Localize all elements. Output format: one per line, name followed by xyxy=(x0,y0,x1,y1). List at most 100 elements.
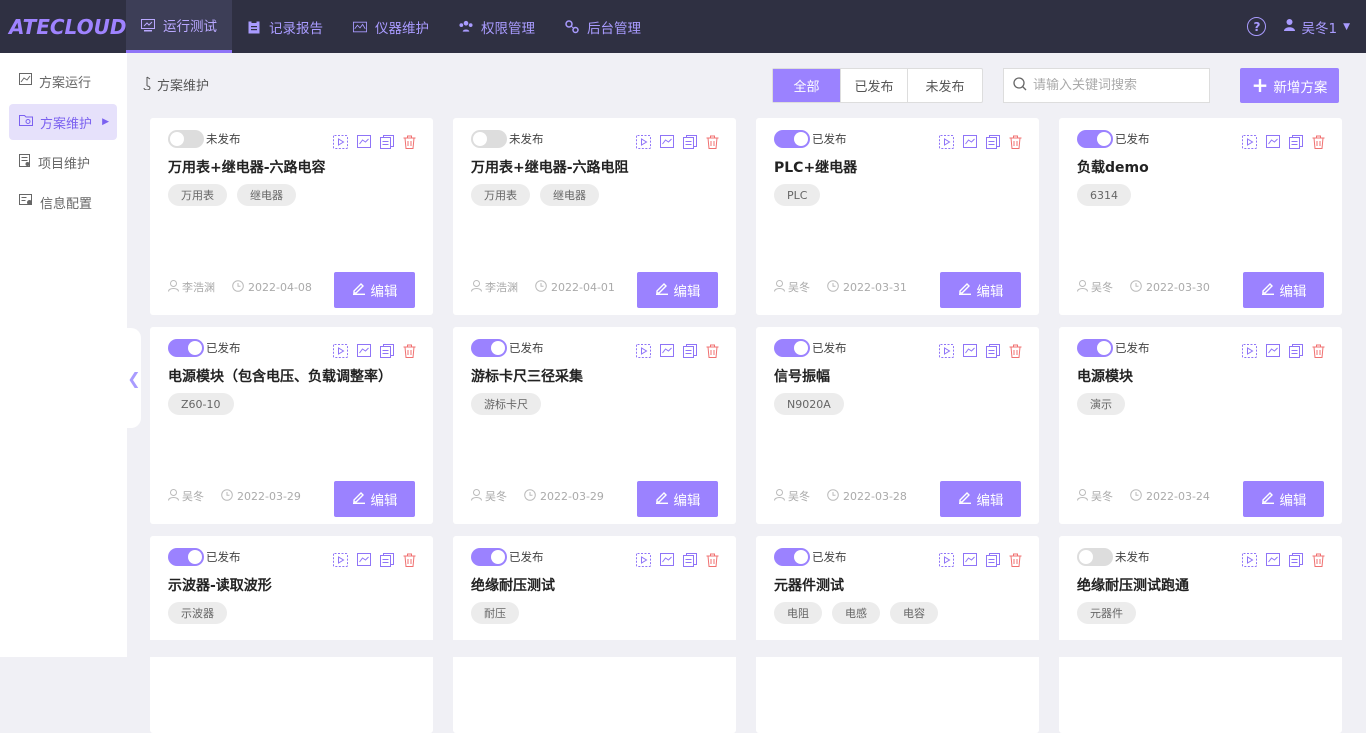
run-icon[interactable] xyxy=(939,134,954,149)
date: 2022-04-08 xyxy=(248,280,312,294)
topnav-item-report[interactable]: 记录报告 xyxy=(232,0,338,53)
topnav-item-run-test[interactable]: 运行测试 xyxy=(126,0,232,53)
delete-icon[interactable] xyxy=(705,552,720,567)
tag-list: N9020A xyxy=(774,393,844,415)
delete-icon[interactable] xyxy=(705,134,720,149)
run-icon[interactable] xyxy=(939,343,954,358)
chart-icon[interactable] xyxy=(1265,552,1280,567)
copy-icon[interactable] xyxy=(682,552,697,567)
sidebar-item-info-config[interactable]: 信息配置 xyxy=(9,184,117,220)
edit-button[interactable]: 编辑 xyxy=(1243,481,1324,517)
sidebar-collapse-toggle[interactable]: ❮ xyxy=(127,328,141,428)
copy-icon[interactable] xyxy=(682,134,697,149)
delete-icon[interactable] xyxy=(1311,134,1326,149)
sidebar-item-project-maintain[interactable]: 项目维护 xyxy=(9,144,117,180)
filter-unpublished[interactable]: 未发布 xyxy=(907,69,982,102)
publish-toggle[interactable] xyxy=(774,130,810,148)
copy-icon[interactable] xyxy=(379,552,394,567)
delete-icon[interactable] xyxy=(402,552,417,567)
tag: 游标卡尺 xyxy=(471,393,541,415)
run-icon[interactable] xyxy=(636,343,651,358)
delete-icon[interactable] xyxy=(1008,134,1023,149)
run-icon[interactable] xyxy=(939,552,954,567)
topnav-item-instrument[interactable]: 仪器维护 xyxy=(338,0,444,53)
card-actions xyxy=(939,134,1023,149)
copy-icon[interactable] xyxy=(985,343,1000,358)
run-icon[interactable] xyxy=(333,343,348,358)
topnav-label: 仪器维护 xyxy=(375,20,429,37)
run-icon[interactable] xyxy=(1242,134,1257,149)
sidebar-item-plan-run[interactable]: 方案运行 xyxy=(9,63,117,99)
publish-toggle[interactable] xyxy=(168,130,204,148)
delete-icon[interactable] xyxy=(1311,552,1326,567)
publish-toggle[interactable] xyxy=(774,339,810,357)
run-icon[interactable] xyxy=(1242,552,1257,567)
copy-icon[interactable] xyxy=(1288,343,1303,358)
publish-toggle[interactable] xyxy=(471,548,507,566)
app-logo[interactable]: ATECLOUD xyxy=(0,15,126,39)
chart-icon[interactable] xyxy=(962,552,977,567)
edit-button[interactable]: 编辑 xyxy=(637,481,718,517)
chart-icon[interactable] xyxy=(962,343,977,358)
chart-icon[interactable] xyxy=(962,134,977,149)
copy-icon[interactable] xyxy=(1288,552,1303,567)
delete-icon[interactable] xyxy=(1008,343,1023,358)
edit-label: 编辑 xyxy=(673,493,701,509)
user-menu[interactable]: 吴冬1 ▼ xyxy=(1284,17,1350,37)
copy-icon[interactable] xyxy=(682,343,697,358)
copy-icon[interactable] xyxy=(379,343,394,358)
filter-all[interactable]: 全部 xyxy=(773,69,840,102)
publish-toggle[interactable] xyxy=(168,339,204,357)
tag: Z60-10 xyxy=(168,393,234,415)
copy-icon[interactable] xyxy=(985,134,1000,149)
chart-icon[interactable] xyxy=(356,134,371,149)
search-input[interactable] xyxy=(1033,78,1193,93)
author: 吴冬 xyxy=(485,490,507,503)
run-icon[interactable] xyxy=(636,134,651,149)
edit-button[interactable]: 编辑 xyxy=(940,272,1021,308)
chart-icon[interactable] xyxy=(356,343,371,358)
chart-icon[interactable] xyxy=(659,134,674,149)
add-plan-button[interactable]: + 新增方案 xyxy=(1240,68,1339,103)
chart-icon[interactable] xyxy=(659,552,674,567)
copy-icon[interactable] xyxy=(985,552,1000,567)
edit-button[interactable]: 编辑 xyxy=(940,481,1021,517)
help-icon[interactable]: ? xyxy=(1247,17,1267,36)
edit-button[interactable]: 编辑 xyxy=(1243,272,1324,308)
edit-button[interactable]: 编辑 xyxy=(334,272,415,308)
publish-toggle[interactable] xyxy=(1077,548,1113,566)
delete-icon[interactable] xyxy=(402,343,417,358)
run-icon[interactable] xyxy=(636,552,651,567)
run-icon[interactable] xyxy=(333,552,348,567)
publish-toggle[interactable] xyxy=(471,339,507,357)
chart-icon[interactable] xyxy=(1265,343,1280,358)
run-icon[interactable] xyxy=(333,134,348,149)
publish-toggle[interactable] xyxy=(471,130,507,148)
delete-icon[interactable] xyxy=(705,343,720,358)
publish-toggle[interactable] xyxy=(1077,130,1113,148)
sidebar-item-plan-maintain[interactable]: 方案维护 ▶ xyxy=(9,104,117,140)
copy-icon[interactable] xyxy=(1288,134,1303,149)
delete-icon[interactable] xyxy=(1008,552,1023,567)
sidebar-item-label: 方案运行 xyxy=(39,75,92,91)
chart-icon[interactable] xyxy=(1265,134,1280,149)
topnav-label: 后台管理 xyxy=(587,20,641,37)
chart-icon[interactable] xyxy=(659,343,674,358)
delete-icon[interactable] xyxy=(402,134,417,149)
publish-toggle[interactable] xyxy=(168,548,204,566)
filter-published[interactable]: 已发布 xyxy=(840,69,907,102)
run-icon[interactable] xyxy=(1242,343,1257,358)
publish-toggle[interactable] xyxy=(774,548,810,566)
edit-button[interactable]: 编辑 xyxy=(637,272,718,308)
edit-button[interactable]: 编辑 xyxy=(334,481,415,517)
clock-icon xyxy=(535,279,547,295)
delete-icon[interactable] xyxy=(1311,343,1326,358)
card-meta: 吴冬 2022-03-29 xyxy=(471,488,604,504)
publish-toggle[interactable] xyxy=(1077,339,1113,357)
topnav-item-permission[interactable]: 权限管理 xyxy=(444,0,550,53)
tag-list: 电阻 电感 电容 xyxy=(774,602,938,624)
chart-icon[interactable] xyxy=(356,552,371,567)
topnav-item-admin[interactable]: 后台管理 xyxy=(550,0,656,53)
user-icon xyxy=(168,279,179,295)
copy-icon[interactable] xyxy=(379,134,394,149)
